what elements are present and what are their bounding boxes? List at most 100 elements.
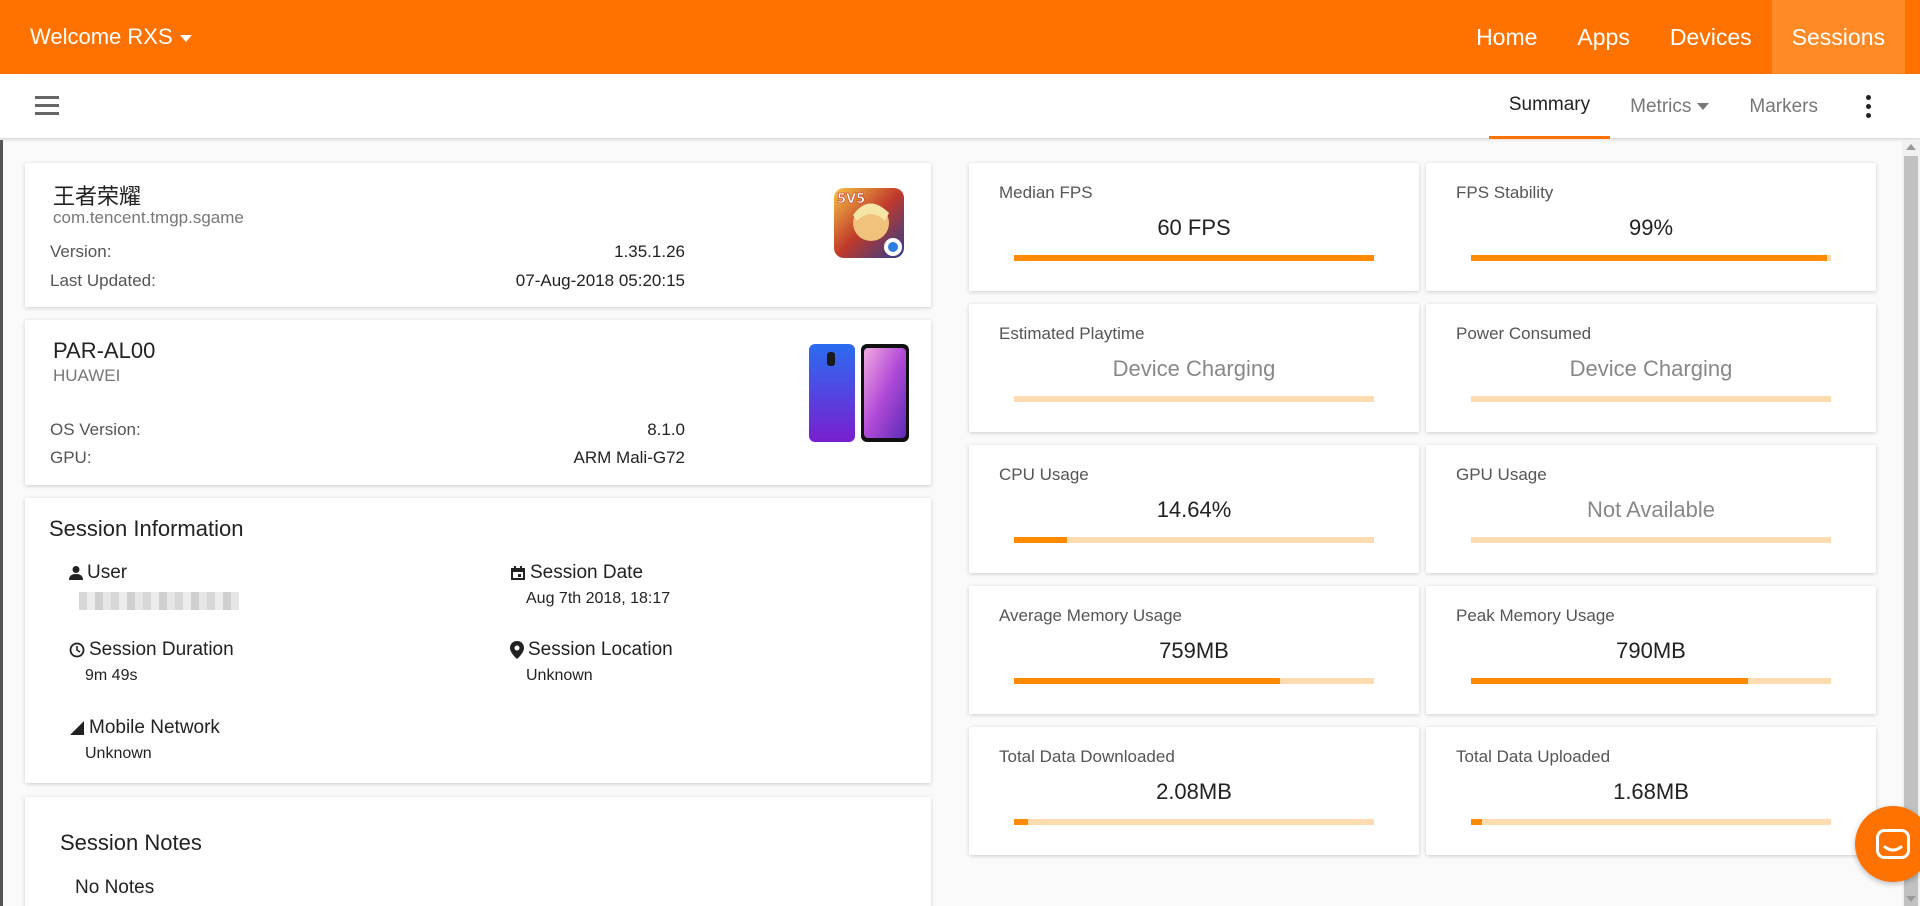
metric-label: FPS Stability — [1456, 183, 1554, 202]
metric-card-total-data-uploaded[interactable]: Total Data Uploaded 1.68MB — [1426, 727, 1876, 855]
tab-summary[interactable]: Summary — [1488, 74, 1611, 139]
session-location-value: Unknown — [526, 667, 593, 684]
metric-label: Total Data Downloaded — [999, 747, 1175, 766]
top-nav: Home Apps Devices Sessions — [1456, 0, 1905, 74]
device-card: PAR-AL00 HUAWEI OS Version: 8.1.0 GPU: A… — [25, 320, 931, 485]
session-location-item: Session Location Unknown — [510, 639, 673, 685]
metric-value: Not Available — [1586, 497, 1715, 522]
metric-progress-fill — [1014, 537, 1067, 543]
metric-value: Device Charging — [1569, 356, 1733, 381]
session-notes-text: No Notes — [75, 877, 155, 898]
welcome-menu[interactable]: Welcome RXS — [30, 24, 192, 50]
metric-label: CPU Usage — [999, 465, 1089, 484]
nav-home[interactable]: Home — [1456, 0, 1557, 74]
metric-label: Peak Memory Usage — [1456, 606, 1615, 625]
mobile-network-label: Mobile Network — [89, 717, 220, 738]
tab-summary-label: Summary — [1508, 94, 1591, 115]
metric-card-peak-memory-usage[interactable]: Peak Memory Usage 790MB — [1426, 586, 1876, 714]
app-name: 王者荣耀 — [53, 185, 142, 210]
chat-icon — [1876, 829, 1910, 859]
scrollbar-thumb[interactable] — [1904, 156, 1918, 906]
scroll-down-icon[interactable] — [1906, 896, 1916, 902]
metric-value: 759MB — [1159, 638, 1229, 663]
metric-label: Total Data Uploaded — [1456, 747, 1611, 766]
user-value-redacted — [79, 592, 239, 610]
session-duration-item: Session Duration 9m 49s — [69, 639, 234, 685]
device-maker: HUAWEI — [53, 366, 121, 385]
session-date-label: Session Date — [530, 562, 644, 583]
metric-progress-bar — [1471, 396, 1831, 402]
top-bar: Welcome RXS Home Apps Devices Sessions — [0, 0, 1920, 74]
session-info-title: Session Information — [49, 516, 244, 541]
metric-progress-bar — [1471, 255, 1831, 261]
location-pin-icon — [510, 641, 524, 659]
session-info-card: Session Information User Session Date Au… — [25, 498, 931, 783]
tab-metrics-label: Metrics — [1630, 95, 1692, 117]
metric-label: Average Memory Usage — [999, 606, 1182, 625]
sub-toolbar: Summary Metrics Markers — [0, 74, 1920, 139]
metric-progress-fill — [1014, 819, 1029, 825]
metric-progress-bar — [1471, 819, 1831, 825]
metric-label: Median FPS — [999, 183, 1093, 202]
last-updated-value: 07-Aug-2018 05:20:15 — [515, 271, 685, 290]
nav-apps[interactable]: Apps — [1557, 0, 1649, 74]
metric-progress-bar — [1014, 819, 1374, 825]
chevron-down-icon — [1697, 103, 1710, 110]
app-icon: 5V5 — [834, 188, 904, 258]
metric-progress-fill — [1471, 819, 1482, 825]
session-duration-value: 9m 49s — [85, 667, 138, 684]
calendar-icon — [511, 566, 525, 580]
welcome-label: Welcome RXS — [30, 24, 173, 49]
tab-markers-label: Markers — [1749, 95, 1818, 117]
metric-card-gpu-usage[interactable]: GPU Usage Not Available — [1426, 445, 1876, 573]
metric-card-median-fps[interactable]: Median FPS 60 FPS — [969, 163, 1419, 291]
metric-value: 99% — [1628, 215, 1674, 240]
metric-value: Device Charging — [1112, 356, 1276, 381]
metric-card-cpu-usage[interactable]: CPU Usage 14.64% — [969, 445, 1419, 573]
os-version-value: 8.1.0 — [647, 420, 685, 439]
device-model: PAR-AL00 — [53, 338, 156, 363]
metric-card-total-data-downloaded[interactable]: Total Data Downloaded 2.08MB — [969, 727, 1419, 855]
session-notes-title: Session Notes — [60, 830, 202, 855]
chevron-down-icon — [179, 34, 192, 42]
user-label: User — [87, 562, 128, 583]
metric-card-average-memory-usage[interactable]: Average Memory Usage 759MB — [969, 586, 1419, 714]
metric-value: 14.64% — [1156, 497, 1232, 522]
gpu-label: GPU: — [50, 448, 92, 467]
scrollbar[interactable] — [1902, 140, 1920, 906]
person-icon — [69, 566, 83, 580]
hamburger-menu-icon[interactable] — [35, 96, 59, 116]
nav-devices[interactable]: Devices — [1650, 0, 1772, 74]
tab-markers[interactable]: Markers — [1729, 74, 1838, 139]
tab-metrics[interactable]: Metrics — [1610, 74, 1729, 139]
session-location-label: Session Location — [528, 639, 673, 660]
version-label: Version: — [50, 242, 112, 261]
more-options-icon[interactable] — [1838, 74, 1898, 139]
metric-card-estimated-playtime[interactable]: Estimated Playtime Device Charging — [969, 304, 1419, 432]
last-updated-label: Last Updated: — [50, 271, 156, 290]
metric-value: 1.68MB — [1613, 779, 1689, 804]
metric-value: 790MB — [1616, 638, 1686, 663]
session-duration-label: Session Duration — [89, 639, 234, 660]
session-date-item: Session Date Aug 7th 2018, 18:17 — [510, 562, 670, 608]
metric-label: Estimated Playtime — [999, 324, 1145, 343]
device-image — [809, 344, 909, 442]
os-version-label: OS Version: — [50, 420, 141, 439]
scroll-up-icon[interactable] — [1906, 144, 1916, 150]
left-edge — [0, 140, 3, 906]
chat-launcher-button[interactable] — [1855, 806, 1920, 882]
nav-sessions[interactable]: Sessions — [1771, 0, 1905, 74]
metric-label: GPU Usage — [1456, 465, 1547, 484]
metric-value: 2.08MB — [1156, 779, 1232, 804]
metric-card-power-consumed[interactable]: Power Consumed Device Charging — [1426, 304, 1876, 432]
metric-progress-bar — [1471, 537, 1831, 543]
session-tabs: Summary Metrics Markers — [1488, 74, 1920, 139]
app-package: com.tencent.tmgp.sgame — [53, 208, 244, 227]
session-date-value: Aug 7th 2018, 18:17 — [526, 590, 671, 607]
metric-progress-fill — [1471, 678, 1749, 684]
gpu-value: ARM Mali-G72 — [573, 448, 685, 467]
metric-progress-bar — [1014, 396, 1374, 402]
app-icon-badge: 5V5 — [837, 192, 865, 207]
metric-card-fps-stability[interactable]: FPS Stability 99% — [1426, 163, 1876, 291]
app-card: 王者荣耀 com.tencent.tmgp.sgame Version: 1.3… — [25, 163, 931, 307]
